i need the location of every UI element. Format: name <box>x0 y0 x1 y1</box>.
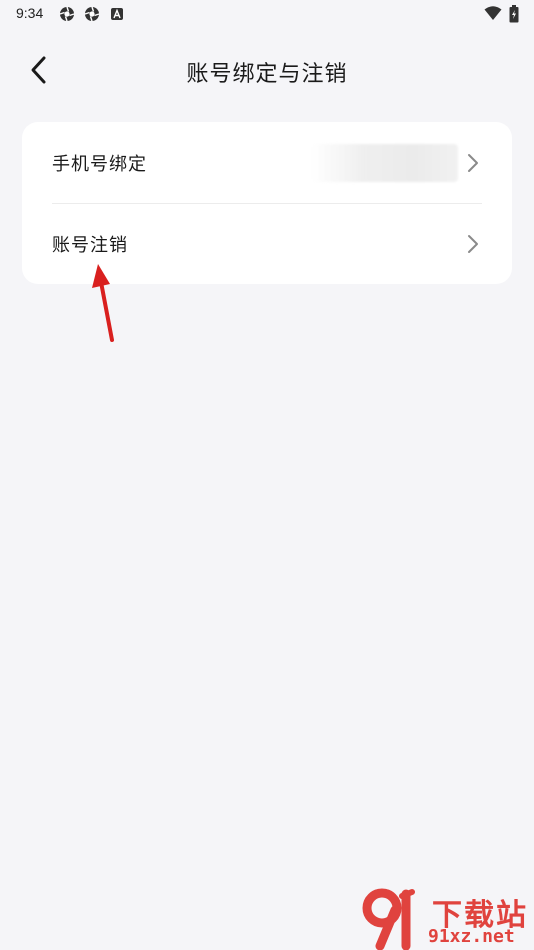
phone-binding-label: 手机号绑定 <box>52 154 147 175</box>
status-time: 9:34 <box>16 5 44 21</box>
watermark-logo <box>362 888 415 950</box>
status-bar: 9:34 <box>0 0 534 28</box>
account-cancellation-label: 账号注销 <box>52 235 128 256</box>
red-arrow-annotation <box>92 264 114 342</box>
aperture-icon <box>84 6 100 22</box>
page-title: 账号绑定与注销 <box>186 62 348 87</box>
battery-charging-icon <box>509 5 519 23</box>
chevron-right-icon <box>468 154 478 172</box>
watermark: 下载站 91xz.net <box>362 888 534 950</box>
chevron-right-icon <box>468 235 478 253</box>
phone-binding-row[interactable]: 手机号绑定 <box>22 122 512 203</box>
watermark-domain: 91xz.net <box>428 926 515 947</box>
phone-number-blurred <box>312 144 458 182</box>
app-a-icon <box>111 8 123 20</box>
settings-card: 手机号绑定 账号注销 <box>22 122 512 284</box>
screen: 9:34 账号绑定与注销 手机号绑定 账号注销 下载站 91xz.net <box>0 0 534 950</box>
wifi-icon <box>484 6 502 20</box>
header: 账号绑定与注销 <box>0 40 534 100</box>
aperture-icon <box>59 6 75 22</box>
